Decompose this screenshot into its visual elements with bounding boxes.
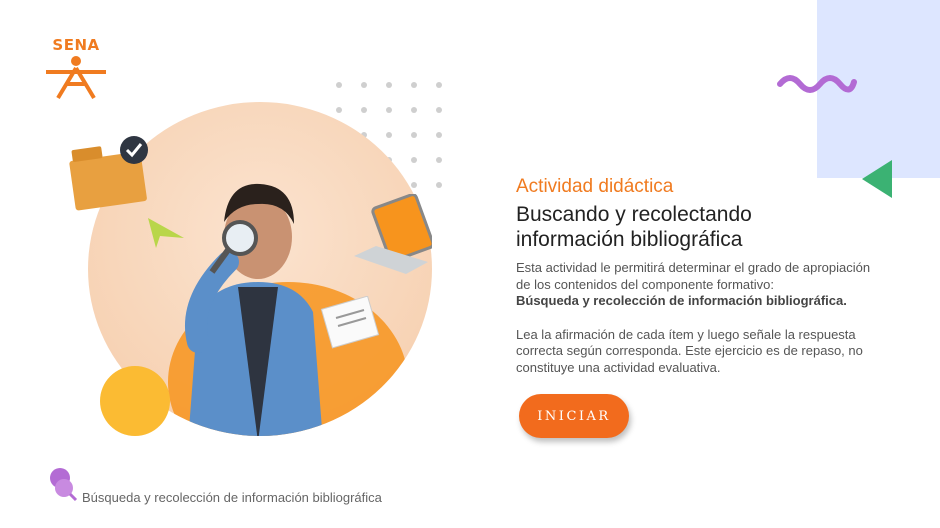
activity-title-line2: información bibliográfica — [516, 228, 743, 251]
activity-description-1: Esta actividad le permitirá determinar e… — [516, 260, 876, 310]
document-icon — [320, 296, 380, 349]
description-text: Esta actividad le permitirá determinar e… — [516, 260, 871, 292]
paper-plane-icon — [148, 218, 184, 248]
start-button[interactable]: INICIAR — [519, 394, 629, 438]
person-with-magnifier-icon — [185, 183, 323, 436]
footer: Búsqueda y recolección de información bi… — [48, 466, 382, 506]
activity-kicker: Actividad didáctica — [516, 176, 674, 197]
laptop-icon — [354, 194, 432, 274]
description-bold: Búsqueda y recolección de información bi… — [516, 293, 847, 308]
pin-icon — [50, 468, 78, 502]
yellow-circle-decoration — [100, 366, 170, 436]
activity-title: Buscando y recolectando información bibl… — [516, 202, 876, 252]
activity-description-2: Lea la afirmación de cada ítem y luego s… — [516, 326, 863, 375]
footer-label: Búsqueda y recolección de información bi… — [82, 490, 382, 505]
folder-check-icon — [69, 136, 148, 211]
wave-decoration — [777, 75, 857, 93]
activity-title-line1: Buscando y recolectando — [516, 203, 752, 226]
activity-intro: Actividad didáctica Buscando y recolecta… — [516, 176, 876, 376]
